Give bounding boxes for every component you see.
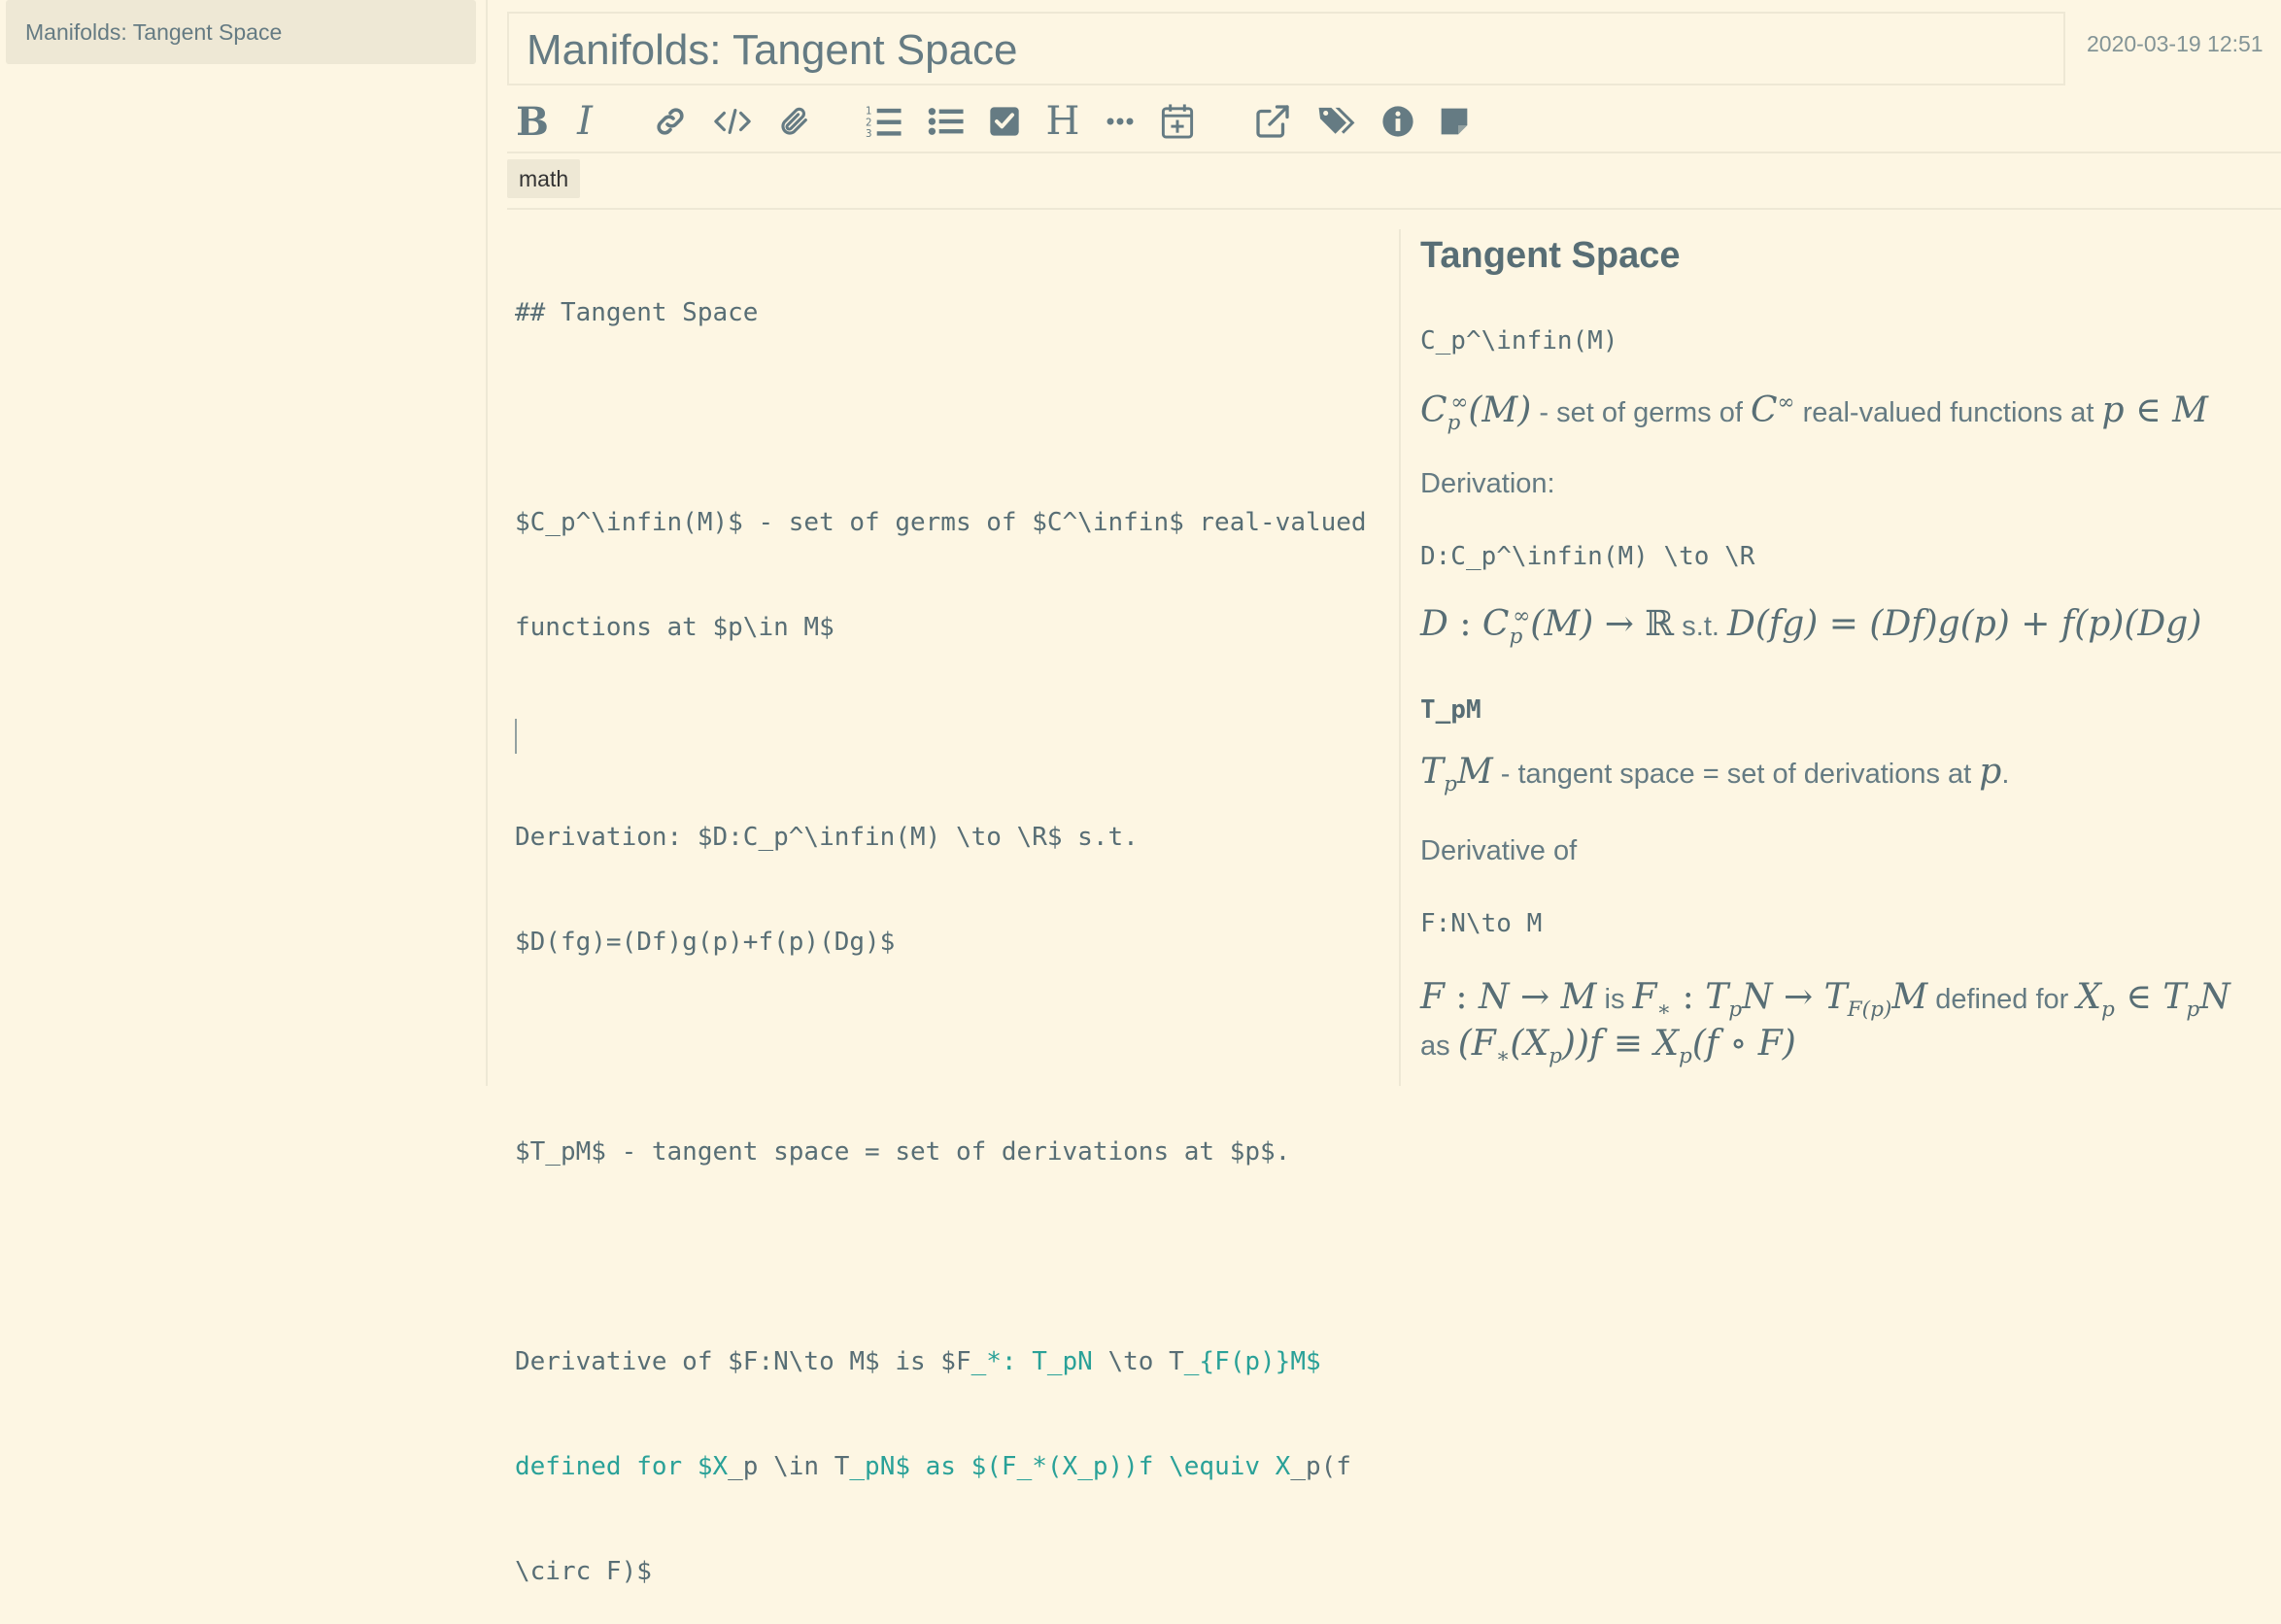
preview-heading: Tangent Space — [1420, 235, 1681, 276]
editor-line: $D(fg)=(Df)g(p)+f(p)(Dg)$ — [515, 928, 896, 957]
link-icon[interactable] — [651, 99, 690, 144]
editor-line: Derivation: $D:C_p^\infin(M) \to \R$ s.t… — [515, 823, 1139, 852]
editor-line: $T_pM$ - tangent space = set of derivati… — [515, 1137, 1291, 1167]
markdown-preview: Tangent Space C_p^\infin(M) Cp∞(M) - set… — [1420, 229, 2265, 1086]
more-icon[interactable] — [1104, 99, 1137, 144]
preview-text: . — [2001, 759, 2010, 790]
calendar-add-icon[interactable] — [1158, 99, 1197, 144]
attachment-icon[interactable] — [775, 99, 814, 144]
editor-line-blank — [515, 715, 1370, 750]
editor-line: Derivative of $F:N\to M$ is $F_*: T_pN \… — [515, 1344, 1370, 1379]
preview-code: C_p^\infin(M) — [1420, 326, 1618, 355]
editor-italic-span: _*: T_pN — [970, 1347, 1093, 1376]
editor-line-blank — [515, 400, 1370, 435]
heading-icon[interactable]: H — [1043, 99, 1082, 144]
note-title-box — [507, 12, 2065, 85]
math-expression: Xp ∈ TpN — [2076, 977, 2230, 1023]
editor-line-blank — [515, 1030, 1370, 1065]
editor-line: $C_p^\infin(M)$ - set of germs of $C^\in… — [515, 508, 1367, 537]
tag-math[interactable]: math — [507, 159, 581, 198]
preview-code: D:C_p^\infin(M) \to \R — [1420, 542, 1755, 571]
note-timestamp: 2020-03-19 12:51 — [2087, 31, 2264, 56]
preview-paragraph: D : Cp∞(M) → ℝ s.t. D(fg) = (Df)g(p) + f… — [1420, 604, 2201, 649]
preview-paragraph: Cp∞(M) - set of germs of C∞ real-valued … — [1420, 390, 2208, 435]
editor-line: ## Tangent Space — [515, 298, 759, 327]
preview-code: T_pM — [1420, 695, 1481, 725]
checkbox-icon[interactable] — [987, 99, 1022, 144]
math-expression: C∞ — [1750, 390, 1795, 430]
math-expression: Cp∞(M) — [1420, 390, 1532, 436]
editor-italic-span: _pN$ as $(F_*(X_p))f \equiv X — [849, 1452, 1291, 1481]
note-list-item-title: Manifolds: Tangent Space — [25, 19, 283, 45]
math-expression: (F∗(Xp))f ≡ Xp(f ∘ F) — [1457, 1024, 1796, 1069]
info-icon[interactable] — [1379, 99, 1416, 144]
ordered-list-icon[interactable]: 123 — [865, 99, 903, 144]
bold-button[interactable]: B — [515, 99, 550, 145]
tag-bar: math — [507, 159, 581, 198]
preview-text: as — [1420, 1031, 1458, 1062]
unordered-list-icon[interactable] — [927, 99, 966, 144]
preview-text: Derivative of — [1420, 835, 1578, 866]
preview-text: defined for — [1927, 984, 2077, 1015]
editor-line-blank — [515, 1239, 1370, 1274]
text-cursor — [515, 719, 517, 754]
tags-icon[interactable] — [1315, 99, 1358, 144]
editor-text: \to T — [1092, 1347, 1184, 1376]
preview-paragraph: as (F∗(Xp))f ≡ Xp(f ∘ F) — [1420, 1024, 1796, 1068]
note-title-input[interactable] — [525, 23, 2044, 78]
code-icon[interactable] — [711, 99, 754, 144]
preview-text: - set of germs of — [1531, 397, 1751, 428]
math-expression: D : Cp∞(M) → ℝ — [1420, 604, 1675, 650]
pane-divider[interactable] — [1399, 229, 1401, 1086]
preview-code: F:N\to M — [1420, 909, 1543, 938]
preview-paragraph: TpM - tangent space = set of derivations… — [1420, 752, 2009, 796]
preview-text: s.t. — [1674, 611, 1728, 642]
note-list-item[interactable]: Manifolds: Tangent Space — [6, 0, 476, 64]
preview-text: real-valued functions at — [1794, 397, 2102, 428]
sticky-note-icon[interactable] — [1436, 99, 1473, 144]
editor-text: _p(f — [1290, 1452, 1351, 1481]
editor-line: functions at $p\in M$ — [515, 613, 834, 642]
preview-text: - tangent space = set of derivations at — [1492, 759, 1980, 790]
editor-text: _p \in T — [728, 1452, 850, 1481]
math-expression: TpM — [1420, 752, 1493, 797]
preview-text: Derivation: — [1420, 468, 1555, 499]
math-expression: D(fg) = (Df)g(p) + f(p)(Dg) — [1727, 604, 2202, 644]
svg-text:2: 2 — [866, 118, 872, 128]
editor-line: defined for $X_p \in T_pN$ as $(F_*(X_p)… — [515, 1449, 1370, 1484]
math-expression: p — [1979, 752, 2002, 792]
editor-toolbar: B I 123 H — [507, 93, 2281, 153]
preview-paragraph: F : N → M is F∗ : TpN → TF(p)M defined f… — [1420, 977, 2230, 1022]
markdown-editor[interactable]: ## Tangent Space $C_p^\infin(M)$ - set o… — [515, 225, 1370, 1586]
math-expression: p ∈ M — [2101, 390, 2208, 430]
italic-button[interactable]: I — [571, 99, 598, 144]
math-expression: F : N → M — [1420, 977, 1597, 1017]
editor-italic-span: defined for $X — [515, 1452, 729, 1481]
editor-line: \circ F)$ — [515, 1557, 652, 1586]
math-expression: F∗ : TpN → TF(p)M — [1632, 977, 1928, 1023]
preview-text: is — [1596, 984, 1633, 1015]
svg-text:3: 3 — [866, 129, 872, 139]
svg-text:1: 1 — [866, 107, 872, 118]
editor-italic-span: _{F(p)}M$ — [1183, 1347, 1321, 1376]
tag-bar-divider — [507, 208, 2281, 210]
external-link-icon[interactable] — [1253, 99, 1292, 144]
notes-sidebar: Manifolds: Tangent Space — [0, 0, 488, 1086]
editor-text: Derivative of $F:N\to M$ is $F — [515, 1347, 971, 1376]
